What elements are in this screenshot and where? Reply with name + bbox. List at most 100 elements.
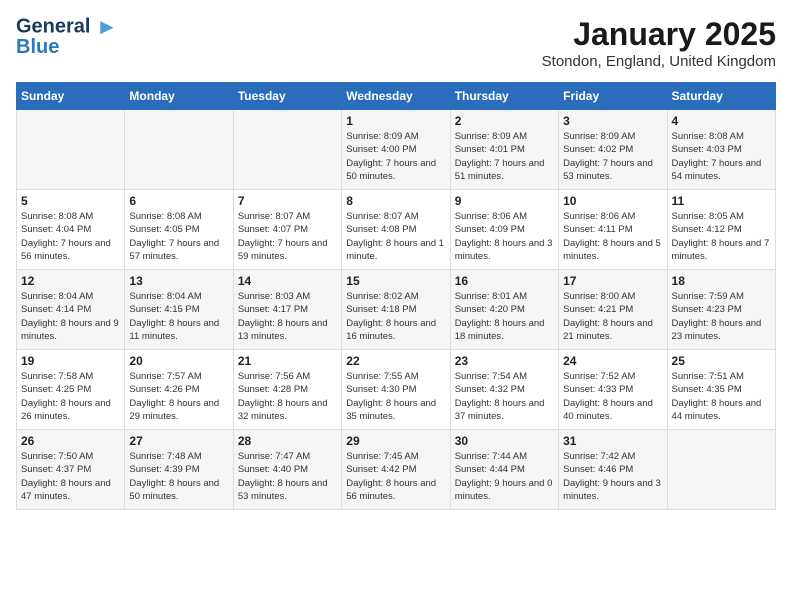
logo: General ► Blue [16, 16, 118, 59]
calendar-title: January 2025 [542, 16, 776, 53]
day-number: 26 [21, 434, 120, 448]
header-sunday: Sunday [17, 83, 125, 110]
table-row: 22 Sunrise: 7:55 AM Sunset: 4:30 PM Dayli… [342, 350, 450, 430]
table-row: 2 Sunrise: 8:09 AM Sunset: 4:01 PM Daylig… [450, 110, 558, 190]
header-tuesday: Tuesday [233, 83, 341, 110]
table-row: 31 Sunrise: 7:42 AM Sunset: 4:46 PM Dayli… [559, 430, 667, 510]
table-row: 28Sunrise: 7:47 AM Sunset: 4:40 PM Dayli… [233, 430, 341, 510]
day-number: 15 [346, 274, 445, 288]
day-number: 19 [21, 354, 120, 368]
day-info: Sunrise: 7:52 AM Sunset: 4:33 PM Dayligh… [563, 370, 662, 423]
table-row: 11Sunrise: 8:05 AM Sunset: 4:12 PM Dayli… [667, 190, 775, 270]
table-row: 18 Sunrise: 7:59 AM Sunset: 4:23 PM Dayli… [667, 270, 775, 350]
header: General ► Blue January 2025 Stondon, Eng… [16, 16, 776, 70]
day-info: Sunrise: 8:01 AM Sunset: 4:20 PM Dayligh… [455, 290, 554, 343]
table-row: 4 Sunrise: 8:08 AM Sunset: 4:03 PM Daylig… [667, 110, 775, 190]
weekday-header-row: Sunday Monday Tuesday Wednesday Thursday… [17, 83, 776, 110]
day-info: Sunrise: 8:08 AM Sunset: 4:04 PM Dayligh… [21, 210, 120, 263]
day-number: 4 [672, 114, 771, 128]
day-number: 9 [455, 194, 554, 208]
table-row: 16Sunrise: 8:01 AM Sunset: 4:20 PM Dayli… [450, 270, 558, 350]
calendar-week-row: 19 Sunrise: 7:58 AM Sunset: 4:25 PM Dayli… [17, 350, 776, 430]
day-info: Sunrise: 8:04 AM Sunset: 4:14 PM Dayligh… [21, 290, 120, 343]
table-row: 6Sunrise: 8:08 AM Sunset: 4:05 PM Daylig… [125, 190, 233, 270]
day-number: 1 [346, 114, 445, 128]
table-row: 17Sunrise: 8:00 AM Sunset: 4:21 PM Dayli… [559, 270, 667, 350]
table-row: 30Sunrise: 7:44 AM Sunset: 4:44 PM Dayli… [450, 430, 558, 510]
day-info: Sunrise: 7:56 AM Sunset: 4:28 PM Dayligh… [238, 370, 337, 423]
day-info: Sunrise: 8:08 AM Sunset: 4:03 PM Dayligh… [672, 130, 771, 183]
calendar-week-row: 5 Sunrise: 8:08 AM Sunset: 4:04 PM Daylig… [17, 190, 776, 270]
day-number: 7 [238, 194, 337, 208]
day-number: 24 [563, 354, 662, 368]
day-number: 17 [563, 274, 662, 288]
day-info: Sunrise: 7:51 AM Sunset: 4:35 PM Dayligh… [672, 370, 771, 423]
calendar-week-row: 26Sunrise: 7:50 AM Sunset: 4:37 PM Dayli… [17, 430, 776, 510]
day-info: Sunrise: 7:55 AM Sunset: 4:30 PM Dayligh… [346, 370, 445, 423]
title-area: January 2025 Stondon, England, United Ki… [542, 16, 776, 70]
header-wednesday: Wednesday [342, 83, 450, 110]
table-row [17, 110, 125, 190]
table-row: 12 Sunrise: 8:04 AM Sunset: 4:14 PM Dayli… [17, 270, 125, 350]
table-row: 20 Sunrise: 7:57 AM Sunset: 4:26 PM Dayli… [125, 350, 233, 430]
table-row: 14 Sunrise: 8:03 AM Sunset: 4:17 PM Dayli… [233, 270, 341, 350]
table-row: 10Sunrise: 8:06 AM Sunset: 4:11 PM Dayli… [559, 190, 667, 270]
table-row: 25 Sunrise: 7:51 AM Sunset: 4:35 PM Dayli… [667, 350, 775, 430]
day-info: Sunrise: 8:09 AM Sunset: 4:02 PM Dayligh… [563, 130, 662, 183]
table-row [233, 110, 341, 190]
day-info: Sunrise: 8:03 AM Sunset: 4:17 PM Dayligh… [238, 290, 337, 343]
day-number: 29 [346, 434, 445, 448]
day-number: 23 [455, 354, 554, 368]
table-row: 15Sunrise: 8:02 AM Sunset: 4:18 PM Dayli… [342, 270, 450, 350]
day-info: Sunrise: 8:05 AM Sunset: 4:12 PM Dayligh… [672, 210, 771, 263]
table-row: 5 Sunrise: 8:08 AM Sunset: 4:04 PM Daylig… [17, 190, 125, 270]
day-number: 14 [238, 274, 337, 288]
day-number: 28 [238, 434, 337, 448]
day-info: Sunrise: 7:58 AM Sunset: 4:25 PM Dayligh… [21, 370, 120, 423]
day-info: Sunrise: 7:54 AM Sunset: 4:32 PM Dayligh… [455, 370, 554, 423]
day-number: 25 [672, 354, 771, 368]
day-info: Sunrise: 7:44 AM Sunset: 4:44 PM Dayligh… [455, 450, 554, 503]
calendar-table: Sunday Monday Tuesday Wednesday Thursday… [16, 82, 776, 510]
table-row: 7 Sunrise: 8:07 AM Sunset: 4:07 PM Daylig… [233, 190, 341, 270]
table-row: 27 Sunrise: 7:48 AM Sunset: 4:39 PM Dayli… [125, 430, 233, 510]
day-number: 20 [129, 354, 228, 368]
calendar-week-row: 1 Sunrise: 8:09 AM Sunset: 4:00 PM Daylig… [17, 110, 776, 190]
day-number: 27 [129, 434, 228, 448]
day-info: Sunrise: 8:09 AM Sunset: 4:00 PM Dayligh… [346, 130, 445, 183]
calendar-week-row: 12 Sunrise: 8:04 AM Sunset: 4:14 PM Dayli… [17, 270, 776, 350]
header-thursday: Thursday [450, 83, 558, 110]
table-row: 29Sunrise: 7:45 AM Sunset: 4:42 PM Dayli… [342, 430, 450, 510]
table-row: 26Sunrise: 7:50 AM Sunset: 4:37 PM Dayli… [17, 430, 125, 510]
day-info: Sunrise: 8:06 AM Sunset: 4:09 PM Dayligh… [455, 210, 554, 263]
header-monday: Monday [125, 83, 233, 110]
day-info: Sunrise: 7:48 AM Sunset: 4:39 PM Dayligh… [129, 450, 228, 503]
calendar-body: 1 Sunrise: 8:09 AM Sunset: 4:00 PM Daylig… [17, 110, 776, 510]
day-number: 21 [238, 354, 337, 368]
table-row: 3Sunrise: 8:09 AM Sunset: 4:02 PM Daylig… [559, 110, 667, 190]
table-row [125, 110, 233, 190]
day-number: 5 [21, 194, 120, 208]
day-number: 18 [672, 274, 771, 288]
calendar-subtitle: Stondon, England, United Kingdom [542, 53, 776, 70]
day-number: 12 [21, 274, 120, 288]
day-info: Sunrise: 8:07 AM Sunset: 4:08 PM Dayligh… [346, 210, 445, 263]
day-number: 8 [346, 194, 445, 208]
table-row: 23 Sunrise: 7:54 AM Sunset: 4:32 PM Dayli… [450, 350, 558, 430]
header-friday: Friday [559, 83, 667, 110]
day-number: 6 [129, 194, 228, 208]
day-info: Sunrise: 7:42 AM Sunset: 4:46 PM Dayligh… [563, 450, 662, 503]
logo-blue: Blue [16, 36, 59, 59]
day-info: Sunrise: 8:09 AM Sunset: 4:01 PM Dayligh… [455, 130, 554, 183]
day-info: Sunrise: 8:07 AM Sunset: 4:07 PM Dayligh… [238, 210, 337, 263]
day-number: 10 [563, 194, 662, 208]
day-info: Sunrise: 7:59 AM Sunset: 4:23 PM Dayligh… [672, 290, 771, 343]
day-info: Sunrise: 7:57 AM Sunset: 4:26 PM Dayligh… [129, 370, 228, 423]
day-number: 31 [563, 434, 662, 448]
table-row: 21 Sunrise: 7:56 AM Sunset: 4:28 PM Dayli… [233, 350, 341, 430]
day-number: 22 [346, 354, 445, 368]
day-number: 2 [455, 114, 554, 128]
day-number: 13 [129, 274, 228, 288]
header-saturday: Saturday [667, 83, 775, 110]
table-row: 19 Sunrise: 7:58 AM Sunset: 4:25 PM Dayli… [17, 350, 125, 430]
